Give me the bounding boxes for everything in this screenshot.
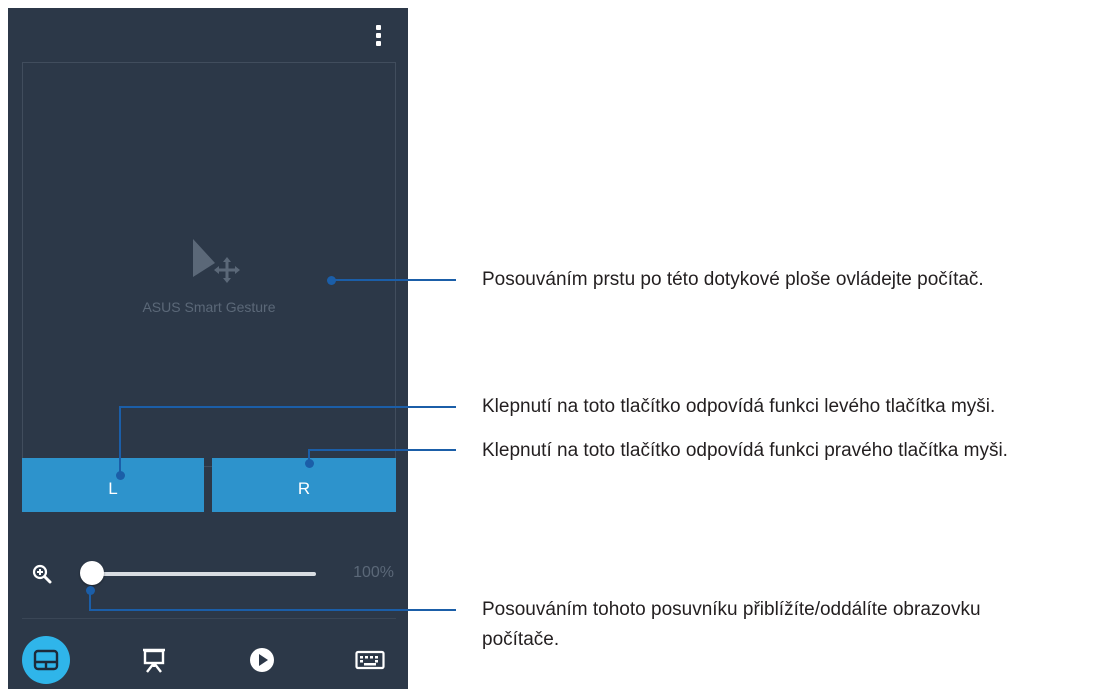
touchpad-label: ASUS Smart Gesture (142, 299, 276, 315)
right-button-callout-line (308, 449, 456, 451)
nav-keyboard-tab[interactable] (346, 636, 394, 684)
slider-callout-line2: počítače. (482, 629, 560, 650)
left-click-button[interactable]: L (22, 458, 204, 512)
nav-media-tab[interactable] (238, 636, 286, 684)
keyboard-icon (355, 650, 385, 670)
right-click-label: R (297, 479, 311, 498)
zoom-slider[interactable] (80, 560, 320, 588)
right-button-callout-text: Klepnutí na toto tlačítko odpovídá funkc… (482, 440, 1008, 461)
zoom-slider-track (92, 572, 316, 576)
nav-presentation-tab[interactable] (130, 636, 178, 684)
left-button-callout-text: Klepnutí na toto tlačítko odpovídá funkc… (482, 396, 996, 417)
touchpad-callout-text: Posouváním prstu po této dotykové ploše … (482, 269, 984, 290)
overflow-menu-icon[interactable] (368, 20, 388, 50)
slider-callout-vline (89, 590, 91, 610)
left-button-callout-dot (116, 471, 125, 480)
left-button-callout-line (119, 406, 456, 408)
slider-callout-line1: Posouváním tohoto posuvníku přiblížíte/o… (482, 599, 981, 620)
presentation-icon (143, 648, 165, 673)
right-button-callout-dot (305, 459, 314, 468)
slider-callout-line (89, 609, 456, 611)
right-click-button[interactable]: R (212, 458, 396, 512)
touchpad-icon (33, 649, 59, 671)
zoom-value: 100% (353, 564, 394, 581)
left-click-label: L (108, 479, 118, 498)
nav-touchpad-tab[interactable] (22, 636, 70, 684)
play-icon (250, 648, 274, 672)
zoom-in-icon (32, 564, 52, 584)
touchpad-callout-line (331, 279, 456, 281)
zoom-slider-knob[interactable] (80, 561, 104, 585)
left-button-callout-vline (119, 406, 121, 475)
remote-app-screen: ASUS Smart Gesture L R 100% (8, 8, 408, 689)
cursor-move-icon (193, 239, 240, 283)
slider-callout-text: Posouváním tohoto posuvníku přiblížíte/o… (482, 595, 981, 655)
nav-divider (22, 618, 396, 619)
